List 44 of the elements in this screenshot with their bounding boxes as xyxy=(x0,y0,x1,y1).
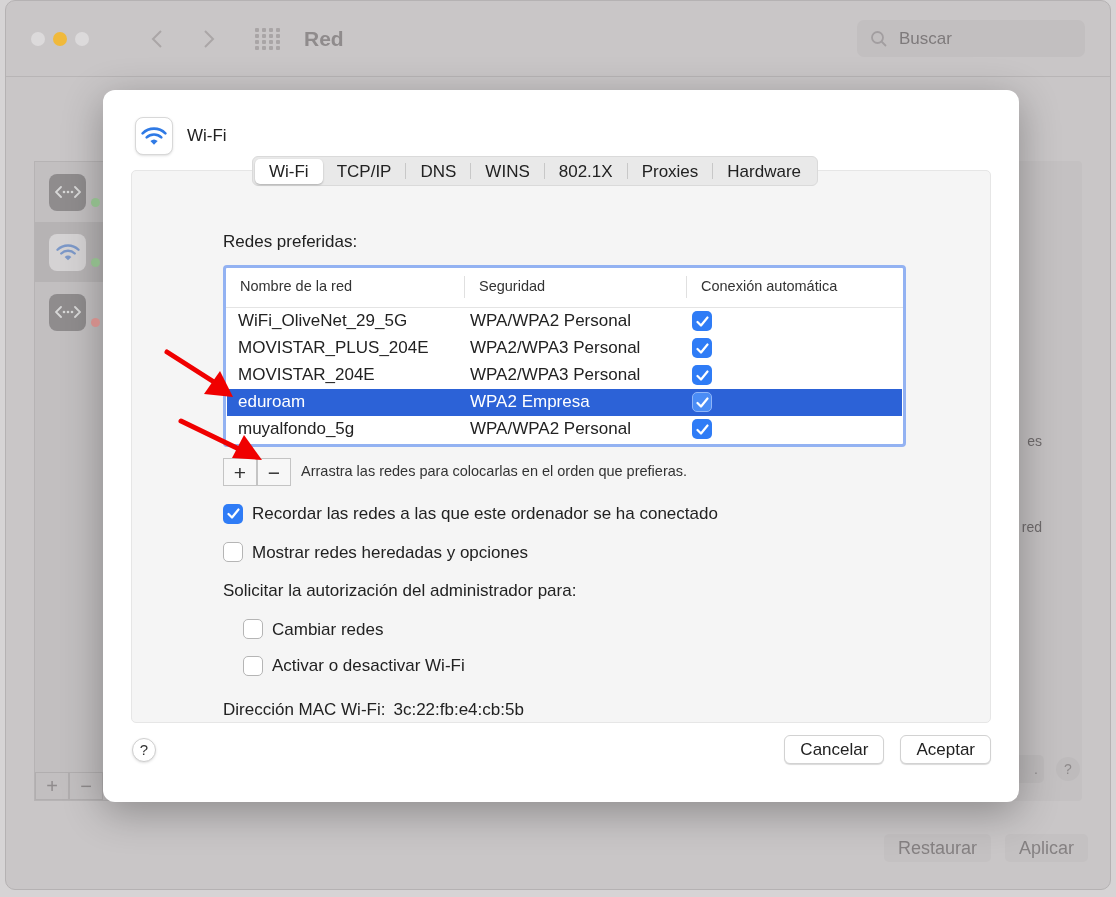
window-title: Red xyxy=(304,25,344,52)
network-name: eduroam xyxy=(237,391,307,414)
remove-button[interactable]: − xyxy=(257,458,291,486)
tab[interactable]: 802.1X xyxy=(544,158,627,184)
option-label: Cambiar redes xyxy=(272,618,384,641)
help-button[interactable]: ? xyxy=(132,737,156,762)
network-name: WiFi_OliveNet_29_5G xyxy=(237,310,409,333)
network-name: MOVISTAR_204E xyxy=(237,364,376,387)
network-name: MOVISTAR_PLUS_204E xyxy=(237,337,430,360)
search-field[interactable]: Buscar xyxy=(857,20,1085,57)
table-row[interactable]: MOVISTAR_PLUS_204E WPA2/WPA3 Personal xyxy=(227,334,902,362)
security-type: WPA/WPA2 Personal xyxy=(469,310,632,333)
tab[interactable]: Wi-Fi xyxy=(255,158,323,184)
panel-text: red xyxy=(1021,518,1042,537)
hint-text: Arrastra las redes para colocarlas en el orden que prefieras. xyxy=(301,462,688,482)
column-header[interactable]: Nombre de la red xyxy=(226,276,464,298)
section-label: Redes preferidas: xyxy=(223,231,359,253)
column-header[interactable]: Conexión automática xyxy=(686,276,903,298)
tab[interactable]: WINS xyxy=(471,158,544,184)
column-header[interactable]: Seguridad xyxy=(464,276,686,298)
network-name: muyalfondo_5g xyxy=(237,418,356,441)
security-type: WPA2 Empresa xyxy=(469,391,591,414)
option-label: Mostrar redes heredadas y opciones xyxy=(252,541,528,564)
mac-address: 3c:22:fb:e4:cb:5b xyxy=(393,698,524,721)
table-row[interactable]: MOVISTAR_204E WPA2/WPA3 Personal xyxy=(227,361,902,389)
panel-text: es xyxy=(1027,432,1042,451)
option-label: Recordar las redes a las que este ordenador se ha conectado xyxy=(252,503,718,525)
table-row[interactable]: eduroam WPA2 Empresa xyxy=(227,388,902,416)
cancel-button[interactable]: Cancelar xyxy=(784,735,885,764)
security-type: WPA2/WPA3 Personal xyxy=(469,364,642,387)
option-label: Activar o desactivar Wi-Fi xyxy=(272,655,465,677)
tab[interactable]: Hardware xyxy=(713,158,816,184)
security-type: WPA2/WPA3 Personal xyxy=(469,337,642,360)
section-label: Solicitar la autorización del administrador para: xyxy=(223,580,578,602)
tab[interactable]: Proxies xyxy=(627,158,713,184)
tab[interactable]: TCP/IP xyxy=(322,158,406,184)
add-button[interactable]: + xyxy=(223,458,257,486)
security-type: WPA/WPA2 Personal xyxy=(469,418,632,441)
table-row[interactable]: muyalfondo_5g WPA/WPA2 Personal xyxy=(227,415,902,443)
dialog-title: Wi-Fi xyxy=(187,125,227,148)
table-row[interactable]: WiFi_OliveNet_29_5G WPA/WPA2 Personal xyxy=(227,307,902,335)
mac-label: Dirección MAC Wi-Fi: xyxy=(223,698,386,721)
tab[interactable]: DNS xyxy=(406,158,471,184)
accept-button[interactable]: Aceptar xyxy=(900,735,991,764)
